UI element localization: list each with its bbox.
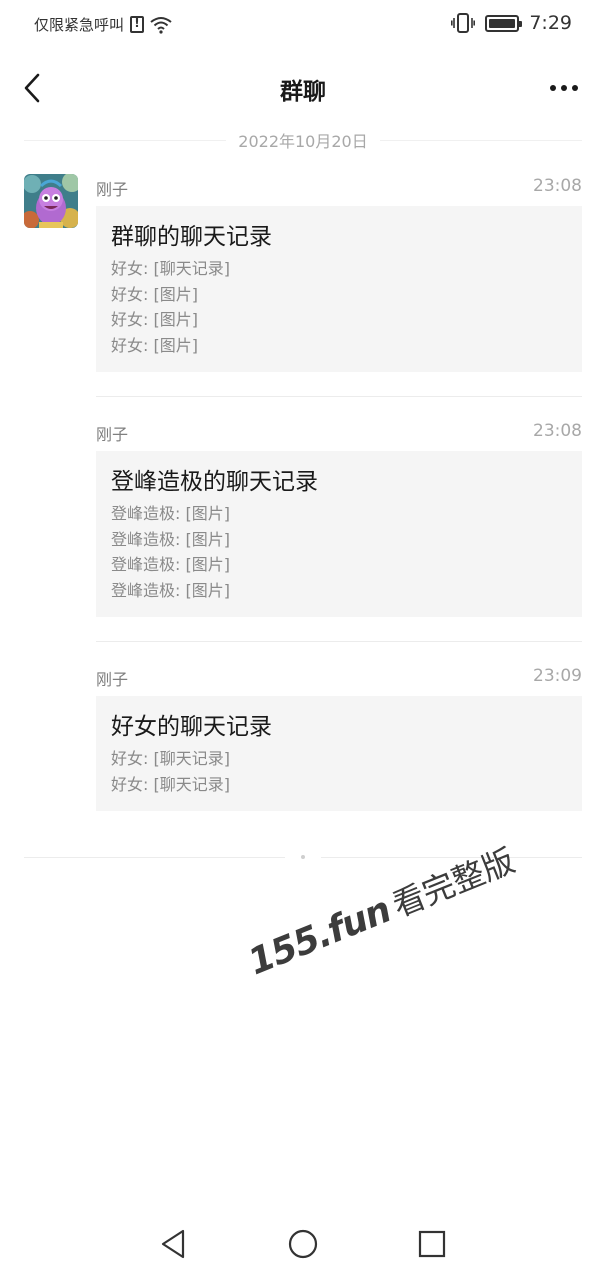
card-title: 群聊的聊天记录: [111, 224, 272, 250]
sim-alert-icon: [130, 16, 145, 33]
sender-name: 刚子: [96, 425, 129, 444]
card-line: 登峰造极: [图片]: [111, 504, 230, 523]
status-right: 7:29: [451, 12, 572, 34]
status-bar: 仅限紧急呼叫 7:29: [0, 0, 606, 52]
system-nav-bar: [0, 1210, 606, 1280]
message-header: 刚子 23:08: [96, 174, 582, 200]
date-header: 2022年10月20日: [24, 126, 583, 154]
wifi-icon: [150, 16, 172, 34]
card-line: 好女: [聊天记录]: [111, 259, 230, 278]
sender-name: 刚子: [96, 670, 129, 689]
message-time: 23:08: [533, 176, 582, 196]
end-divider-left: [24, 856, 285, 858]
avatar-image: [24, 174, 78, 228]
chat-record-card[interactable]: 登峰造极的聊天记录 登峰造极: [图片] 登峰造极: [图片] 登峰造极: [图…: [96, 451, 582, 618]
date-text: 2022年10月20日: [238, 132, 368, 151]
chat-record-card[interactable]: 群聊的聊天记录 好女: [聊天记录] 好女: [图片] 好女: [图片] 好女:…: [96, 206, 582, 373]
card-line: 登峰造极: [图片]: [111, 529, 230, 549]
battery-icon: [485, 14, 523, 32]
message-item: 刚子 23:09 好女的聊天记录 好女: [聊天记录] 好女: [聊天记录]: [96, 664, 582, 812]
card-line: 好女: [图片]: [111, 284, 198, 304]
message-header: 刚子 23:09: [96, 664, 582, 690]
sender-name: 刚子: [96, 180, 129, 199]
date-divider-right: [379, 139, 583, 141]
card-line: 好女: [图片]: [111, 310, 198, 330]
message-item: 刚子 23:08 登峰造极的聊天记录 登峰造极: [图片] 登峰造极: [图片]…: [96, 419, 582, 618]
page-title: 群聊: [280, 79, 326, 105]
status-time: 7:29: [529, 12, 572, 34]
watermark-site: 155.fun: [242, 889, 397, 984]
card-title: 登峰造极的聊天记录: [111, 469, 318, 495]
circle-home-icon: [288, 1229, 318, 1259]
card-line: 登峰造极: [图片]: [111, 580, 230, 600]
vibrate-icon: [451, 13, 476, 33]
system-back-button[interactable]: [153, 1224, 193, 1264]
square-recent-icon: [418, 1230, 446, 1258]
more-button[interactable]: [544, 74, 584, 102]
system-recent-button[interactable]: [412, 1224, 452, 1264]
more-dots-icon: [550, 85, 578, 91]
card-line: 好女: [聊天记录]: [111, 774, 230, 794]
message-header: 刚子 23:08: [96, 419, 582, 445]
date-divider-left: [24, 139, 227, 141]
avatar[interactable]: [24, 174, 78, 228]
chat-record-card[interactable]: 好女的聊天记录 好女: [聊天记录] 好女: [聊天记录]: [96, 696, 582, 812]
nav-bar: 群聊: [0, 52, 606, 124]
card-line: 登峰造极: [图片]: [111, 555, 230, 575]
system-home-button[interactable]: [283, 1224, 323, 1264]
message-divider: [96, 396, 582, 397]
end-dot: [301, 855, 305, 859]
card-line: 好女: [聊天记录]: [111, 749, 230, 768]
message-divider: [96, 641, 582, 642]
message-item: 刚子 23:08 群聊的聊天记录 好女: [聊天记录] 好女: [图片] 好女:…: [96, 174, 582, 373]
triangle-back-icon: [161, 1229, 185, 1259]
message-time: 23:09: [533, 666, 582, 686]
message-time: 23:08: [533, 421, 582, 441]
carrier-text: 仅限紧急呼叫: [34, 16, 125, 34]
card-title: 好女的聊天记录: [111, 714, 272, 740]
status-left: 仅限紧急呼叫: [34, 14, 172, 35]
card-line: 好女: [图片]: [111, 335, 198, 355]
